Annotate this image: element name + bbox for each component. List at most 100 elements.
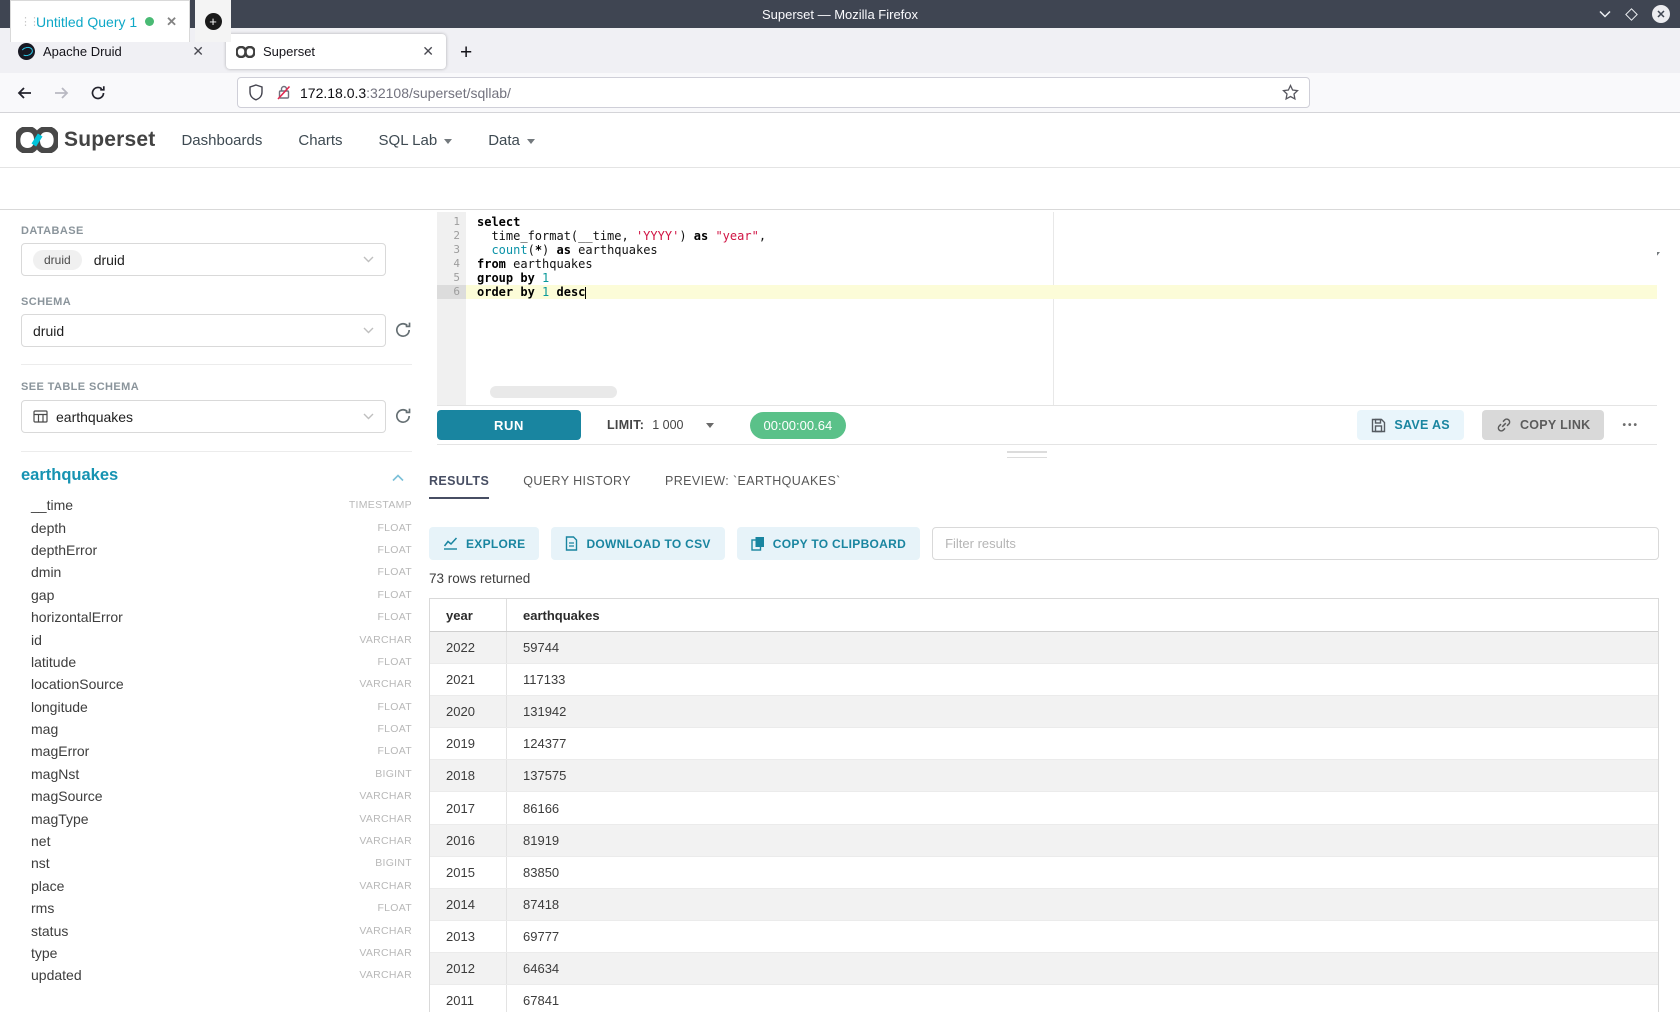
window-minimize-icon[interactable] <box>1599 10 1611 18</box>
column-row[interactable]: magFLOAT <box>21 718 412 740</box>
column-list: __timeTIMESTAMPdepthFLOATdepthErrorFLOAT… <box>21 494 412 987</box>
column-row[interactable]: idVARCHAR <box>21 628 412 650</box>
forward-icon[interactable] <box>53 85 70 101</box>
limit-dropdown[interactable]: LIMIT: 1 000 <box>607 418 714 432</box>
results-table: year earthquakes 20225974420211171332020… <box>429 598 1659 1012</box>
insecure-lock-icon[interactable] <box>276 84 292 101</box>
column-row[interactable]: nstBIGINT <box>21 852 412 874</box>
column-row[interactable]: magSourceVARCHAR <box>21 785 412 807</box>
more-options-icon[interactable]: ••• <box>1622 420 1639 431</box>
table-select[interactable]: earthquakes <box>21 400 386 433</box>
window-maximize-icon[interactable] <box>1625 8 1638 21</box>
table-row[interactable]: 2018137575 <box>430 760 1658 792</box>
editor-scrollbar-thumb[interactable] <box>490 386 617 398</box>
copy-link-button[interactable]: COPY LINK <box>1482 410 1605 440</box>
column-row[interactable]: gapFLOAT <box>21 584 412 606</box>
shield-icon[interactable] <box>248 84 264 101</box>
column-row[interactable]: locationSourceVARCHAR <box>21 673 412 695</box>
nav-dashboards[interactable]: Dashboards <box>181 132 262 149</box>
chevron-down-icon <box>706 423 714 428</box>
table-row[interactable]: 201681919 <box>430 825 1658 857</box>
column-row[interactable]: horizontalErrorFLOAT <box>21 606 412 628</box>
nav-charts[interactable]: Charts <box>298 132 342 149</box>
results-table-header[interactable]: year earthquakes <box>430 599 1658 632</box>
editor-gutter: 123456 <box>437 212 466 405</box>
table-row[interactable]: 201264634 <box>430 953 1658 985</box>
add-query-tab-button[interactable]: + <box>195 0 231 42</box>
refresh-schema-icon[interactable] <box>394 321 412 339</box>
column-row[interactable]: depthErrorFLOAT <box>21 539 412 561</box>
chevron-down-icon <box>363 256 374 263</box>
column-row[interactable]: magErrorFLOAT <box>21 740 412 762</box>
new-tab-button[interactable]: + <box>460 41 472 65</box>
tab-results[interactable]: RESULTS <box>429 474 489 499</box>
table-row[interactable]: 2019124377 <box>430 728 1658 760</box>
firefox-titlebar: Superset — Mozilla Firefox ✕ <box>0 0 1680 28</box>
column-row[interactable]: magTypeVARCHAR <box>21 807 412 829</box>
bookmark-star-icon[interactable] <box>1282 84 1299 101</box>
table-name-heading[interactable]: earthquakes <box>21 466 118 485</box>
column-row[interactable]: depthFLOAT <box>21 516 412 538</box>
query-tab[interactable]: ⋮⋮ Untitled Query 1 ✕ <box>10 0 190 42</box>
tab-preview-earthquakes[interactable]: PREVIEW: `EARTHQUAKES` <box>665 474 841 499</box>
browser-tab-superset[interactable]: Superset ✕ <box>226 34 446 69</box>
window-close-icon[interactable]: ✕ <box>1652 5 1670 23</box>
run-button[interactable]: RUN <box>437 410 581 440</box>
tab-close-icon[interactable]: ✕ <box>190 43 206 60</box>
elapsed-timer-badge: 00:00:00.64 <box>750 412 847 439</box>
editor-code: select time_format(__time, 'YYYY') as "y… <box>466 215 1657 299</box>
tab-close-icon[interactable]: ✕ <box>420 43 436 60</box>
nav-sql-lab[interactable]: SQL Lab <box>379 132 453 149</box>
column-row[interactable]: typeVARCHAR <box>21 942 412 964</box>
save-as-button[interactable]: SAVE AS <box>1357 410 1464 440</box>
sql-editor[interactable]: select time_format(__time, 'YYYY') as "y… <box>466 212 1657 405</box>
column-row[interactable]: statusVARCHAR <box>21 919 412 941</box>
limit-value: 1 000 <box>652 418 683 432</box>
column-row[interactable]: magNstBIGINT <box>21 763 412 785</box>
column-row[interactable]: longitudeFLOAT <box>21 696 412 718</box>
filter-results-input[interactable] <box>932 527 1659 560</box>
table-row[interactable]: 201583850 <box>430 857 1658 889</box>
column-row[interactable]: __timeTIMESTAMP <box>21 494 412 516</box>
tab-query-history[interactable]: QUERY HISTORY <box>523 474 631 499</box>
table-row[interactable]: 202259744 <box>430 632 1658 664</box>
column-row[interactable]: placeVARCHAR <box>21 875 412 897</box>
url-bar[interactable]: 172.18.0.3 :32108/superset/sqllab/ <box>237 77 1310 108</box>
column-row[interactable]: latitudeFLOAT <box>21 651 412 673</box>
copy-clipboard-button[interactable]: COPY TO CLIPBOARD <box>737 527 920 560</box>
pane-drag-handle[interactable] <box>1007 451 1047 462</box>
superset-favicon-icon <box>236 46 255 58</box>
column-row[interactable]: rmsFLOAT <box>21 897 412 919</box>
database-select[interactable]: druid druid <box>21 243 386 276</box>
table-row[interactable]: 201786166 <box>430 792 1658 824</box>
drag-dots-icon[interactable]: ⋮⋮ <box>20 17 30 27</box>
nav-data[interactable]: Data <box>488 132 535 149</box>
table-row[interactable]: 201167841 <box>430 985 1658 1012</box>
schema-select[interactable]: druid <box>21 314 386 347</box>
plus-circle-icon: + <box>205 13 222 30</box>
reload-icon[interactable] <box>90 85 106 101</box>
superset-logo[interactable]: Superset <box>16 127 155 153</box>
editor-toolbar: RUN LIMIT: 1 000 00:00:00.64 SAVE AS COP… <box>437 405 1657 445</box>
column-header-year[interactable]: year <box>430 599 507 631</box>
refresh-tables-icon[interactable] <box>394 407 412 425</box>
query-tab-close-icon[interactable]: ✕ <box>166 14 177 30</box>
column-row[interactable]: netVARCHAR <box>21 830 412 852</box>
column-row[interactable]: updatedVARCHAR <box>21 964 412 986</box>
divider <box>21 451 412 452</box>
table-row[interactable]: 201369777 <box>430 921 1658 953</box>
table-row[interactable]: 2021117133 <box>430 664 1658 696</box>
column-header-earthquakes[interactable]: earthquakes <box>507 599 1658 631</box>
explore-button[interactable]: EXPLORE <box>429 527 539 560</box>
database-type-badge: druid <box>33 250 82 270</box>
query-tab-bar <box>0 168 1680 210</box>
download-csv-button[interactable]: DOWNLOAD TO CSV <box>551 527 724 560</box>
table-row[interactable]: 2020131942 <box>430 696 1658 728</box>
brand-name: Superset <box>64 128 155 152</box>
collapse-chevron-up-icon[interactable] <box>392 474 404 482</box>
column-row[interactable]: dminFLOAT <box>21 561 412 583</box>
back-icon[interactable] <box>16 85 33 101</box>
table-row[interactable]: 201487418 <box>430 889 1658 921</box>
results-table-body: 2022597442021117133202013194220191243772… <box>430 632 1658 1012</box>
query-tab-title: Untitled Query 1 <box>36 14 137 30</box>
